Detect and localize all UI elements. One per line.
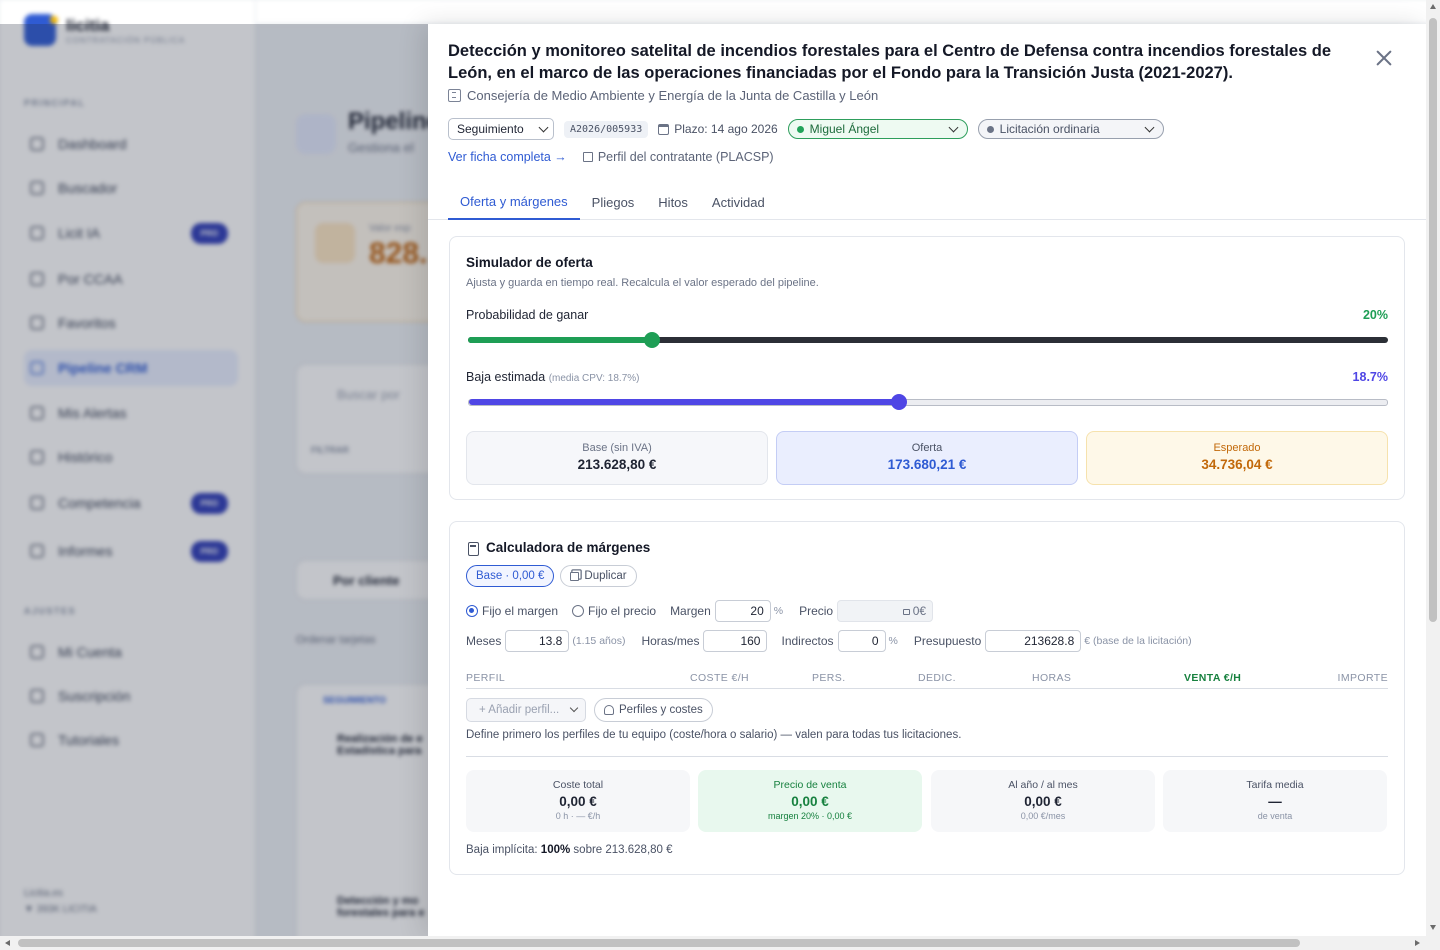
tender-organization: Consejería de Medio Ambiente y Energía d… bbox=[448, 88, 878, 103]
duplicate-button[interactable]: Duplicar bbox=[560, 565, 637, 587]
base-stat: Base (sin IVA) 213.628,80 € bbox=[466, 431, 768, 485]
contractor-profile-link[interactable]: Perfil del contratante (PLACSP) bbox=[582, 150, 774, 164]
tab-oferta-margenes[interactable]: Oferta y márgenes bbox=[448, 184, 580, 220]
baja-label: Baja estimada (media CPV: 18.7%) bbox=[466, 370, 640, 384]
baja-thumb[interactable] bbox=[891, 394, 908, 410]
add-profile-row: + Añadir perfil... Perfiles y costes bbox=[466, 698, 713, 722]
baja-fill bbox=[469, 399, 900, 405]
vertical-scrollbar[interactable] bbox=[1426, 0, 1440, 936]
tender-detail-drawer: Detección y monitoreo satelital de incen… bbox=[428, 24, 1426, 936]
indirect-input[interactable]: 0 bbox=[837, 630, 886, 652]
tab-actividad[interactable]: Actividad bbox=[700, 184, 777, 220]
col-pers: PERS. bbox=[812, 672, 846, 684]
col-coste: COSTE €/H bbox=[690, 672, 750, 684]
profiles-costs-button[interactable]: Perfiles y costes bbox=[594, 698, 713, 722]
margin-input[interactable]: 20 bbox=[714, 600, 771, 622]
probability-thumb[interactable] bbox=[644, 332, 660, 348]
total-cost-summary: Coste total 0,00 € 0 h · — €/h bbox=[466, 770, 690, 832]
col-dedic: DEDIC. bbox=[918, 672, 956, 684]
scenario-chips: Base · 0,00 € Duplicar bbox=[466, 565, 637, 587]
probability-label: Probabilidad de ganar bbox=[466, 308, 589, 322]
offer-simulator-card: Simulador de oferta Ajusta y guarda en t… bbox=[449, 236, 1405, 500]
col-venta: VENTA €/H bbox=[1184, 672, 1242, 684]
status-select[interactable]: Seguimiento bbox=[448, 118, 554, 140]
external-link-icon bbox=[582, 152, 593, 162]
expected-stat: Esperado 34.736,04 € bbox=[1086, 431, 1388, 485]
building-icon bbox=[448, 89, 461, 102]
profiles-hint: Define primero los perfiles de tu equipo… bbox=[466, 729, 962, 741]
divider bbox=[466, 756, 1388, 757]
procedure-select[interactable]: Licitación ordinaria bbox=[977, 119, 1164, 139]
copy-icon bbox=[570, 571, 580, 581]
tab-bar: Oferta y márgenes Pliegos Hitos Activida… bbox=[428, 184, 1426, 220]
hours-input[interactable]: 160 bbox=[703, 630, 768, 652]
chevron-down-icon bbox=[569, 703, 579, 713]
scroll-thumb[interactable] bbox=[1429, 18, 1437, 622]
status-dot bbox=[986, 125, 994, 133]
scroll-left-icon[interactable] bbox=[5, 940, 10, 946]
tab-hitos[interactable]: Hitos bbox=[646, 184, 700, 220]
chevron-down-icon bbox=[948, 122, 959, 133]
logo-dot bbox=[50, 16, 58, 24]
params-row: Meses 13.8 (1.15 años) Horas/mes 160 Ind… bbox=[466, 630, 1192, 652]
calculator-icon bbox=[468, 542, 479, 556]
status-dot bbox=[796, 125, 804, 133]
chevron-down-icon bbox=[1144, 122, 1155, 133]
probability-value: 20% bbox=[1362, 308, 1388, 322]
budget-input[interactable]: 213628.8 bbox=[985, 630, 1082, 652]
scroll-thumb[interactable] bbox=[18, 939, 1300, 947]
profiles-table-header: PERFIL COSTE €/H PERS. DEDIC. HORAS VENT… bbox=[466, 667, 1388, 689]
add-profile-select[interactable]: + Añadir perfil... bbox=[466, 698, 586, 722]
full-record-link[interactable]: Ver ficha completa → bbox=[448, 150, 567, 164]
margins-title: Calculadora de márgenes bbox=[486, 540, 651, 555]
probability-slider[interactable] bbox=[468, 332, 1388, 348]
col-horas: HORAS bbox=[1032, 672, 1072, 684]
horizontal-scrollbar[interactable] bbox=[0, 936, 1440, 950]
chevron-down-icon bbox=[538, 122, 549, 133]
fixed-price-radio[interactable] bbox=[572, 605, 585, 617]
base-scenario-chip[interactable]: Base · 0,00 € bbox=[466, 565, 555, 587]
pricing-mode-row: Fijo el margen Fijo el precio Margen 20 … bbox=[466, 600, 934, 622]
col-importe: IMPORTE bbox=[1337, 672, 1388, 684]
baja-slider[interactable] bbox=[468, 394, 1388, 410]
close-icon[interactable] bbox=[1372, 46, 1396, 70]
tender-code: A2026/005933 bbox=[564, 120, 649, 138]
simulator-title: Simulador de oferta bbox=[466, 255, 593, 270]
deadline: Plazo: 14 ago 2026 bbox=[658, 122, 778, 136]
meta-row: Seguimiento A2026/005933 Plazo: 14 ago 2… bbox=[448, 118, 1164, 140]
offer-stat: Oferta 173.680,21 € bbox=[776, 431, 1078, 485]
margin-calculator-card: Calculadora de márgenes Base · 0,00 € Du… bbox=[449, 521, 1405, 875]
scroll-down-icon[interactable] bbox=[1430, 925, 1436, 930]
links-row: Ver ficha completa → Perfil del contrata… bbox=[448, 150, 774, 164]
assignee-select[interactable]: Miguel Ángel bbox=[787, 119, 968, 139]
yearly-monthly-summary: Al año / al mes 0,00 € 0,00 €/mes bbox=[931, 770, 1155, 832]
sale-price-summary: Precio de venta 0,00 € margen 20% · 0,00… bbox=[698, 770, 922, 832]
simulator-subtitle: Ajusta y guarda en tiempo real. Recalcul… bbox=[466, 277, 819, 289]
lock-icon bbox=[902, 609, 910, 615]
probability-fill bbox=[468, 337, 652, 343]
tab-pliegos[interactable]: Pliegos bbox=[580, 184, 647, 220]
price-input: 0€ bbox=[837, 600, 934, 622]
calendar-icon bbox=[658, 123, 670, 135]
average-rate-summary: Tarifa media — de venta bbox=[1163, 770, 1387, 832]
months-input[interactable]: 13.8 bbox=[505, 630, 570, 652]
baja-value: 18.7% bbox=[1352, 370, 1388, 384]
tender-title: Detección y monitoreo satelital de incen… bbox=[448, 42, 1332, 82]
col-perfil: PERFIL bbox=[466, 672, 506, 684]
users-icon bbox=[604, 705, 614, 715]
scroll-right-icon[interactable] bbox=[1415, 940, 1420, 946]
scroll-up-icon[interactable] bbox=[1430, 4, 1436, 9]
implied-discount: Baja implícita: 100% sobre 213.628,80 € bbox=[466, 844, 673, 856]
fixed-margin-radio[interactable] bbox=[466, 605, 478, 617]
